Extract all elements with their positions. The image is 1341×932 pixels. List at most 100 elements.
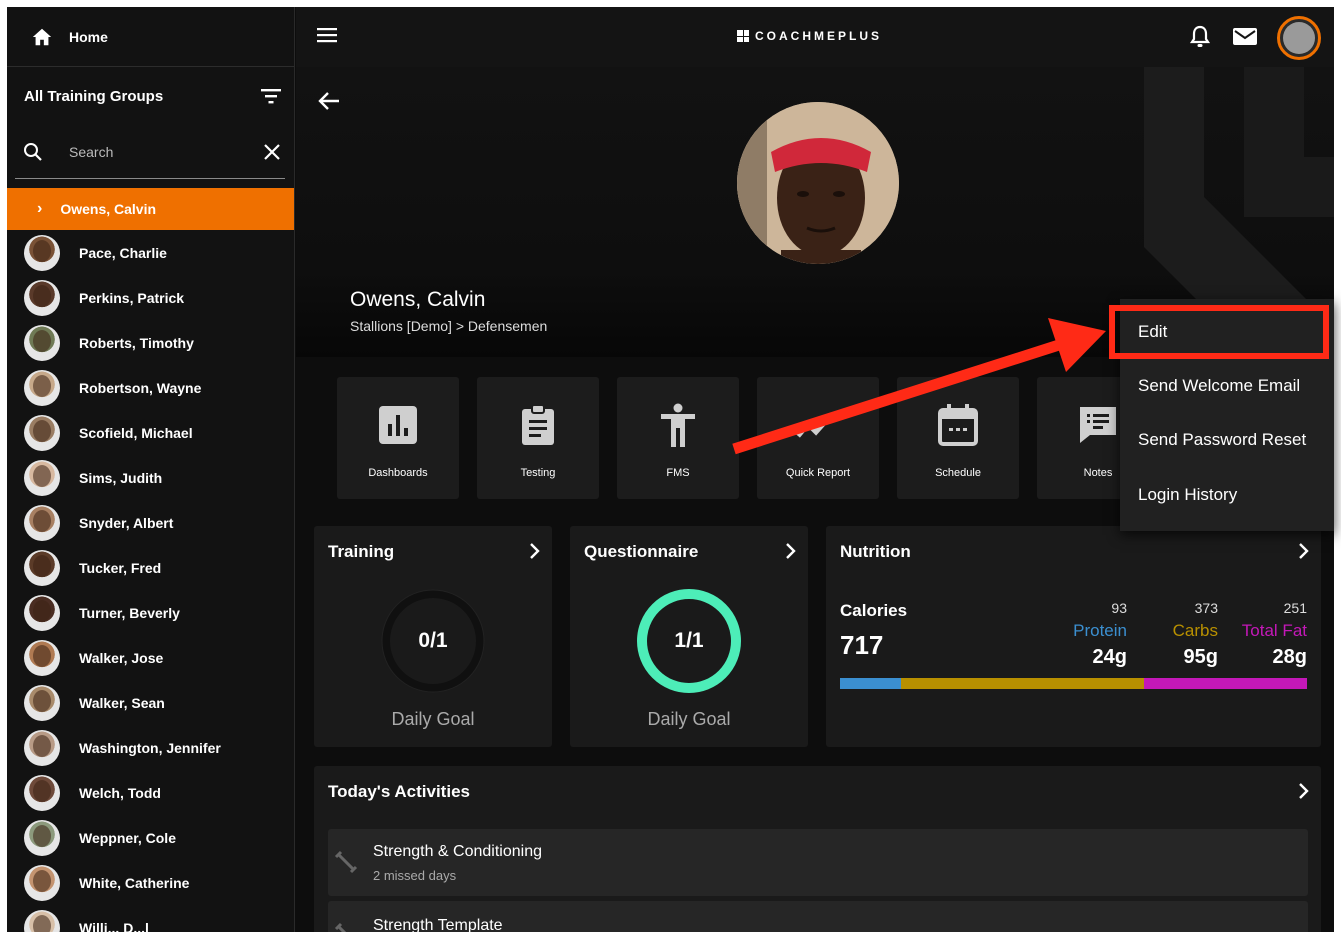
macro-calories: 93 — [1111, 600, 1127, 616]
training-card[interactable]: Training 0/1 Daily Goal — [314, 526, 552, 747]
athlete-name: White, Catherine — [79, 874, 190, 891]
athlete-photo — [737, 102, 899, 264]
athlete-name: Washington, Jennifer — [79, 739, 221, 756]
sidebar-athlete-item[interactable]: White, Catherine — [7, 860, 294, 905]
sidebar-athlete-item[interactable]: Robertson, Wayne — [7, 365, 294, 410]
macro-name: Carbs — [1172, 621, 1218, 640]
athlete-name: Willi... D...l — [79, 919, 149, 932]
back-arrow-icon[interactable] — [318, 91, 340, 111]
clear-search-icon[interactable] — [263, 143, 281, 161]
home-label: Home — [69, 28, 108, 45]
tile-fms[interactable]: FMS — [617, 377, 739, 499]
athlete-avatar — [24, 909, 60, 932]
athlete-avatar — [24, 279, 60, 316]
athlete-name: Pace, Charlie — [79, 244, 167, 261]
athlete-name: Sims, Judith — [79, 469, 163, 486]
top-bar: COACHMEPLUS — [296, 7, 1334, 67]
athlete-avatar — [24, 459, 60, 496]
app-logo[interactable]: COACHMEPLUS — [737, 29, 882, 43]
athlete-name: Welch, Todd — [79, 784, 161, 801]
athlete-name: Turner, Beverly — [79, 604, 180, 621]
sidebar-athlete-item[interactable]: Washington, Jennifer — [7, 725, 294, 770]
questionnaire-card[interactable]: Questionnaire 1/1 Daily Goal — [570, 526, 808, 747]
chevron-right-icon[interactable] — [784, 543, 798, 559]
sidebar-athlete-item[interactable]: Snyder, Albert — [7, 500, 294, 545]
search-input[interactable]: Search — [69, 144, 263, 160]
menu-icon[interactable] — [317, 26, 339, 44]
logo-text: COACHMEPLUS — [755, 29, 883, 43]
tile-quick-report[interactable]: Quick Report — [757, 377, 879, 499]
athlete-team-path: Stallions [Demo] > Defensemen — [350, 318, 548, 334]
tile-dashboards[interactable]: Dashboards — [337, 377, 459, 499]
sidebar-athlete-item[interactable]: Roberts, Timothy — [7, 320, 294, 365]
activity-row[interactable]: Strength & Conditioning 2 missed days — [328, 829, 1308, 896]
chevron-right-icon[interactable] — [1297, 783, 1311, 799]
filter-icon[interactable] — [260, 87, 282, 105]
sidebar-athlete-item[interactable]: Willi... D...l — [7, 905, 294, 932]
sidebar-athlete-item[interactable]: Pace, Charlie — [7, 230, 294, 275]
chevron-right-icon: › — [37, 200, 43, 217]
clipboard-icon — [522, 404, 554, 445]
athlete-search[interactable]: Search — [15, 125, 285, 179]
athlete-avatar — [24, 639, 60, 676]
chevron-right-icon[interactable] — [528, 543, 542, 559]
training-value: 0/1 — [418, 629, 448, 652]
training-goal-label: Daily Goal — [391, 709, 475, 729]
dumbbell-icon — [334, 922, 347, 932]
athlete-avatar — [24, 324, 60, 361]
edit-highlight-box — [1109, 305, 1329, 359]
macro-grams: 24g — [1092, 646, 1127, 668]
bar-chart-icon — [379, 406, 417, 444]
sidebar-athlete-item[interactable]: Perkins, Patrick — [7, 275, 294, 320]
athlete-avatar — [24, 594, 60, 631]
training-groups-selector[interactable]: All Training Groups — [7, 67, 294, 125]
macro-bar-segment — [1143, 678, 1307, 689]
quick-tiles: Dashboards Testing FMS Quick Report Sche… — [337, 377, 1159, 499]
tile-schedule[interactable]: Schedule — [897, 377, 1019, 499]
card-title: Today's Activities — [328, 782, 470, 801]
tile-label: Schedule — [935, 467, 981, 479]
athlete-avatar — [24, 369, 60, 406]
menu-item-send-password-reset[interactable]: Send Password Reset — [1138, 430, 1306, 450]
athlete-avatar — [24, 819, 60, 856]
sidebar-athlete-item[interactable]: Turner, Beverly — [7, 590, 294, 635]
sidebar-athlete-item[interactable]: Walker, Sean — [7, 680, 294, 725]
calories-value: 717 — [840, 630, 884, 660]
questionnaire-goal-label: Daily Goal — [647, 709, 731, 729]
activity-row[interactable]: Strength Template — [328, 901, 1308, 932]
tile-label: Notes — [1083, 467, 1113, 479]
tile-label: Dashboards — [368, 467, 428, 479]
athlete-name: Weppner, Cole — [79, 829, 176, 846]
sidebar-athlete-item[interactable]: Tucker, Fred — [7, 545, 294, 590]
user-avatar[interactable] — [1277, 16, 1321, 60]
sidebar-athlete-item[interactable]: Weppner, Cole — [7, 815, 294, 860]
macro-grams: 95g — [1183, 646, 1218, 668]
checkmark-chart-icon — [796, 412, 834, 438]
athlete-name: Tucker, Fred — [79, 559, 162, 576]
notes-icon — [1080, 407, 1116, 443]
home-link[interactable]: Home — [7, 7, 294, 67]
macro-carbs: 373 Carbs 95g — [1173, 600, 1218, 669]
sidebar-athlete-item[interactable]: Welch, Todd — [7, 770, 294, 815]
sidebar-item-active[interactable]: › Owens, Calvin — [7, 188, 294, 230]
macro-name: Protein — [1073, 621, 1127, 640]
chevron-right-icon[interactable] — [1297, 543, 1311, 559]
training-progress-ring: 0/1 — [379, 587, 487, 695]
person-icon — [661, 403, 695, 447]
sidebar-athlete-item[interactable]: Sims, Judith — [7, 455, 294, 500]
macro-protein: 93 Protein 24g — [1073, 600, 1127, 669]
calories-label: Calories — [840, 601, 908, 620]
macro-calories: 251 — [1283, 600, 1307, 616]
bell-icon[interactable] — [1189, 25, 1211, 49]
menu-item-send-welcome-email[interactable]: Send Welcome Email — [1138, 376, 1300, 396]
macro-total-fat: 251 Total Fat 28g — [1242, 600, 1307, 669]
menu-item-login-history[interactable]: Login History — [1138, 485, 1237, 505]
nutrition-card[interactable]: Nutrition Calories 717 93 Protein 24g 37… — [826, 526, 1321, 747]
card-title: Training — [328, 542, 395, 561]
sidebar-athlete-item[interactable]: Walker, Jose — [7, 635, 294, 680]
mail-icon[interactable] — [1232, 25, 1258, 47]
athlete-name: Snyder, Albert — [79, 514, 174, 531]
athlete-name: Perkins, Patrick — [79, 289, 185, 306]
tile-testing[interactable]: Testing — [477, 377, 599, 499]
sidebar-athlete-item[interactable]: Scofield, Michael — [7, 410, 294, 455]
